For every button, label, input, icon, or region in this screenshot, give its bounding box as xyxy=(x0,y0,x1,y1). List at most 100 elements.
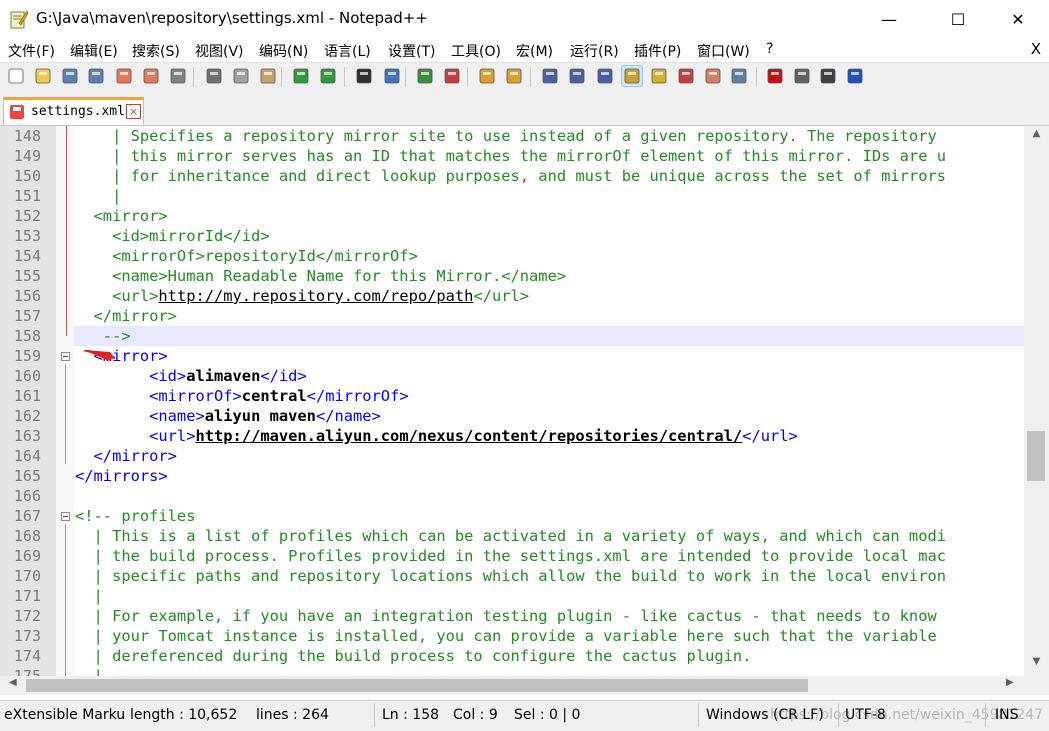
code-token: <url> xyxy=(75,287,159,305)
code-token: <name> xyxy=(75,407,205,425)
code-line[interactable]: 163 <url>http://maven.aliyun.com/nexus/c… xyxy=(0,426,1024,446)
open-file-icon[interactable] xyxy=(33,66,53,86)
code-line[interactable]: 155 <name>Human Readable Name for this M… xyxy=(0,266,1024,286)
code-line[interactable]: 164 </mirror> xyxy=(0,446,1024,466)
code-line[interactable]: 167 <!-- profiles xyxy=(0,506,1024,526)
print-icon[interactable] xyxy=(168,66,188,86)
status-eol[interactable]: Windows (CR LF) xyxy=(706,707,824,723)
scroll-up-icon[interactable]: ▲ xyxy=(1024,128,1049,139)
horizontal-scrollbar[interactable]: ◀ ▶ xyxy=(0,676,1024,695)
maximize-button[interactable]: ☐ xyxy=(935,0,981,38)
menu-language[interactable]: 语言(L) xyxy=(324,41,371,61)
code-line[interactable]: 174 | dereferenced during the build proc… xyxy=(0,646,1024,666)
close-window-button[interactable]: ✕ xyxy=(995,0,1041,38)
record-macro-icon[interactable] xyxy=(729,66,749,86)
code-line[interactable]: 166 xyxy=(0,486,1024,506)
function-list-icon[interactable] xyxy=(649,66,669,86)
code-line[interactable]: 152 <mirror> xyxy=(0,206,1024,226)
code-line[interactable]: 151 | xyxy=(0,186,1024,206)
copy-icon[interactable] xyxy=(231,66,251,86)
code-line[interactable]: 148 | Specifies a repository mirror site… xyxy=(0,126,1024,146)
close-all-icon[interactable] xyxy=(141,66,161,86)
find-icon[interactable] xyxy=(354,66,374,86)
vertical-scroll-thumb[interactable] xyxy=(1027,431,1045,481)
menu-edit[interactable]: 编辑(E) xyxy=(70,41,118,61)
play-macro-icon[interactable] xyxy=(792,66,812,86)
code-line[interactable]: 160 <id>alimaven</id> xyxy=(0,366,1024,386)
menu-file[interactable]: 文件(F) xyxy=(8,41,55,61)
code-token: | xyxy=(75,667,103,676)
save-all-icon[interactable] xyxy=(86,66,106,86)
status-encoding[interactable]: UTF-8 xyxy=(845,707,886,723)
save-macro-icon[interactable] xyxy=(845,66,865,86)
new-file-icon[interactable] xyxy=(6,66,26,86)
code-line[interactable]: 168 | This is a list of profiles which c… xyxy=(0,526,1024,546)
menu-help[interactable]: ? xyxy=(766,41,773,57)
editor-area[interactable]: 148 | Specifies a repository mirror site… xyxy=(0,126,1049,676)
redo-icon[interactable] xyxy=(318,66,338,86)
doc-map-icon[interactable] xyxy=(621,65,643,87)
minimize-button[interactable]: — xyxy=(866,0,912,38)
code-line[interactable]: 171 | xyxy=(0,586,1024,606)
indent-guide-icon[interactable] xyxy=(595,66,615,86)
menu-settings[interactable]: 设置(T) xyxy=(388,41,435,61)
code-line[interactable]: 165 </mirrors> xyxy=(0,466,1024,486)
stop-record-icon[interactable] xyxy=(765,66,785,86)
line-number: 172 xyxy=(13,607,41,625)
menu-tools[interactable]: 工具(O) xyxy=(451,41,501,61)
menu-macro[interactable]: 宏(M) xyxy=(516,41,553,61)
monitor-icon[interactable] xyxy=(703,66,723,86)
code-line[interactable]: 175 | xyxy=(0,666,1024,676)
menu-search[interactable]: 搜索(S) xyxy=(132,41,180,61)
menu-window[interactable]: 窗口(W) xyxy=(697,41,750,61)
code-line[interactable]: 158 --> xyxy=(14,326,1024,346)
menu-encoding[interactable]: 编码(N) xyxy=(259,41,308,61)
horizontal-scroll-thumb[interactable] xyxy=(26,679,808,692)
scroll-left-icon[interactable]: ◀ xyxy=(9,677,17,688)
line-number: 150 xyxy=(13,167,41,185)
line-number: 160 xyxy=(13,367,41,385)
code-line[interactable]: 161 <mirrorOf>central</mirrorOf> xyxy=(0,386,1024,406)
save-icon[interactable] xyxy=(60,66,80,86)
code-text: | this mirror serves has an ID that matc… xyxy=(75,146,946,166)
paste-icon[interactable] xyxy=(258,66,278,86)
run-macro-multiple-icon[interactable] xyxy=(818,66,838,86)
code-line[interactable]: 170 | specific paths and repository loca… xyxy=(0,566,1024,586)
code-line[interactable]: 154 <mirrorOf>repositoryId</mirrorOf> xyxy=(0,246,1024,266)
menu-view[interactable]: 视图(V) xyxy=(195,41,244,61)
code-line[interactable]: 173 | your Tomcat instance is installed,… xyxy=(0,626,1024,646)
sync-vertical-icon[interactable] xyxy=(477,66,497,86)
replace-icon[interactable] xyxy=(382,66,402,86)
vertical-scrollbar[interactable]: ▲ ▼ xyxy=(1024,126,1049,676)
code-line[interactable]: 172 | For example, if you have an integr… xyxy=(0,606,1024,626)
folder-workspace-icon[interactable] xyxy=(676,66,696,86)
scroll-down-icon[interactable]: ▼ xyxy=(1024,656,1049,667)
code-line[interactable]: 157 </mirror> xyxy=(0,306,1024,326)
code-line[interactable]: 162 <name>aliyun maven</name> xyxy=(0,406,1024,426)
tab-settings-xml[interactable]: settings.xml × xyxy=(3,97,144,125)
code-line[interactable]: 169 | the build process. Profiles provid… xyxy=(0,546,1024,566)
show-all-chars-icon[interactable] xyxy=(567,66,587,86)
word-wrap-icon[interactable] xyxy=(540,66,560,86)
menu-plugins[interactable]: 插件(P) xyxy=(634,41,681,61)
sync-horizontal-icon[interactable] xyxy=(504,66,524,86)
code-line[interactable]: 153 <id>mirrorId</id> xyxy=(0,226,1024,246)
code-line[interactable]: 156 <url>http://my.repository.com/repo/p… xyxy=(0,286,1024,306)
close-document-button[interactable]: X xyxy=(1031,40,1041,58)
code-token: | for inheritance and direct lookup purp… xyxy=(75,167,946,185)
zoom-out-icon[interactable] xyxy=(442,66,462,86)
zoom-in-icon[interactable] xyxy=(415,66,435,86)
undo-icon[interactable] xyxy=(291,66,311,86)
code-line[interactable]: 150 | for inheritance and direct lookup … xyxy=(0,166,1024,186)
close-icon[interactable] xyxy=(114,66,134,86)
tab-close-button[interactable]: × xyxy=(126,104,141,119)
menu-run[interactable]: 运行(R) xyxy=(570,41,619,61)
line-number: 148 xyxy=(13,127,41,145)
cut-icon[interactable] xyxy=(204,66,224,86)
code-line[interactable]: 159 <mirror> xyxy=(0,346,1024,366)
code-token: <id> xyxy=(75,367,187,385)
line-number: 174 xyxy=(13,647,41,665)
status-insert-mode[interactable]: INS xyxy=(995,707,1019,723)
scroll-right-icon[interactable]: ▶ xyxy=(1006,677,1014,688)
code-line[interactable]: 149 | this mirror serves has an ID that … xyxy=(0,146,1024,166)
